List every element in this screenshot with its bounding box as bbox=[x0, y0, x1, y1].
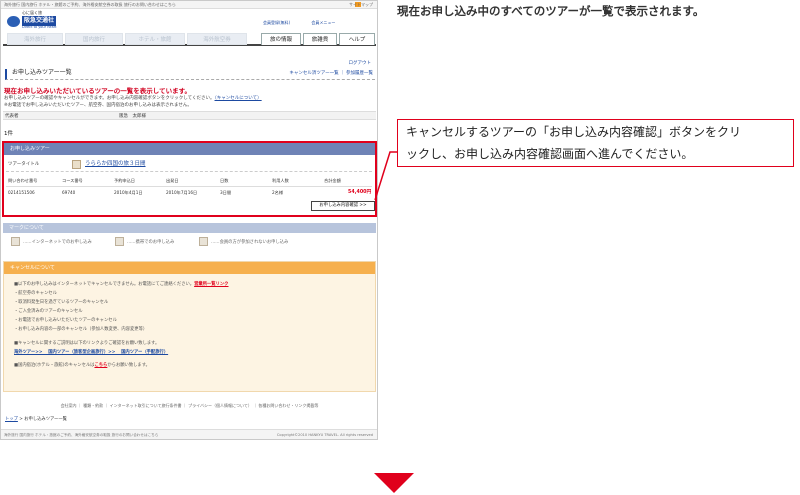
col-course-no: コース番号 bbox=[62, 178, 83, 183]
table-header-row: 問い合わせ番号 コース番号 予約申込日 出発日 日数 利用人数 合計金額 bbox=[6, 175, 372, 187]
tour-detail-table: 問い合わせ番号 コース番号 予約申込日 出発日 日数 利用人数 合計金額 021… bbox=[6, 175, 372, 199]
breadcrumb: トップ > お申し込みツアー一覧 bbox=[5, 417, 67, 422]
booking-date: 2010年4月1日 bbox=[114, 190, 143, 195]
hotel-cancel-link[interactable]: こちら bbox=[94, 363, 107, 368]
col-inquiry-no: 問い合わせ番号 bbox=[8, 178, 38, 183]
cancel-guide-links[interactable]: 海外ツアー>> 国内ツアー（旅客型企画旅行）>> 国内ツアー（手配旅行） bbox=[14, 350, 168, 355]
bottom-bar-text: 海外旅行 国内旅行 ホテル・旅館のご予約、海外格安航空券の取扱 旅行のお問い合わ… bbox=[4, 433, 159, 437]
tab-help[interactable]: ヘルプ bbox=[339, 33, 375, 45]
page-links[interactable]: キャンセル済ツアー一覧 ｜ 参加履歴一覧 bbox=[289, 71, 373, 77]
tab-goods[interactable]: 旅雑貨 bbox=[303, 33, 337, 45]
hotel-cancel-line: ■国内宿泊(ホテル・旅館)のキャンセルはこちらからお願い致します。 bbox=[14, 363, 150, 368]
cancel-rule-3: ・取消料発生日を過ぎているツアーのキャンセル bbox=[14, 300, 109, 305]
about-cancel-link[interactable]: （キャンセルについて） bbox=[215, 96, 262, 101]
mark-legend: マークについて ……インターネットでのお申し込み ……携帯でのお申し込み ……会… bbox=[3, 223, 376, 254]
cancel-rule-1: ■以下のお申し込みはインターネットでキャンセルできません。お電話にてご連絡くださ… bbox=[14, 282, 228, 287]
list-headline: 現在お申し込みいただいているツアーの一覧を表示しています。 bbox=[4, 87, 191, 95]
top-info-text: 海外旅行 国内旅行 ホテル・旅館のご予約、海外格安航空券の取扱 旅行のお問い合わ… bbox=[4, 2, 176, 7]
cancel-guide-text: ■キャンセルに関するご説明は以下のリンクよりご確認をお願い致します。 bbox=[14, 341, 160, 346]
result-count: 1件 bbox=[4, 131, 13, 137]
people: 2名様 bbox=[272, 190, 284, 195]
internet-mark-label: ……インターネットでのお申し込み bbox=[23, 240, 92, 245]
mobile-mark-icon bbox=[115, 237, 124, 246]
cancel-rule-4: ・ご入金済みのツアーのキャンセル bbox=[14, 309, 83, 314]
course-no: 69740 bbox=[62, 190, 76, 195]
total-price: 54,400円 bbox=[348, 190, 372, 195]
logout-link[interactable]: ログアウト bbox=[349, 61, 372, 67]
mark-legend-row: ……インターネットでのお申し込み ……携帯でのお申し込み ……会員の方が参加され… bbox=[3, 233, 376, 251]
tab-overseas[interactable]: 海外旅行 bbox=[7, 33, 63, 45]
hotel-cancel-tail: からお願い致します。 bbox=[107, 363, 150, 368]
cancel-rule-6: ・お申し込み内容の一部のキャンセル（参加人数変更、内容変更等） bbox=[14, 327, 148, 332]
col-days: 日数 bbox=[220, 178, 229, 183]
table-row: 0214151506 69740 2010年4月1日 2010年7月16日 3日… bbox=[6, 187, 372, 199]
cancel-rule-2: ・航空券のキャンセル bbox=[14, 291, 57, 296]
logo-mark-icon bbox=[7, 16, 20, 27]
col-total: 合計金額 bbox=[324, 178, 341, 183]
mobile-mark-label: ……携帯でのお申し込み bbox=[127, 240, 175, 245]
tour-card: お申し込みツアー ツアータイトル うららか四国の旅３日間 問い合わせ番号 コース… bbox=[2, 141, 377, 217]
tab-travel-info[interactable]: 旅の情報 bbox=[261, 33, 301, 45]
tab-air-ticket[interactable]: 海外航空券 bbox=[187, 33, 247, 45]
top-info-bar: 海外旅行 国内旅行 ホテル・旅館のご予約、海外格安航空券の取扱 旅行のお問い合わ… bbox=[1, 1, 377, 9]
cancel-rule-5: ・お電話でお申し込みいただいたツアーのキャンセル bbox=[14, 318, 117, 323]
representative-label: 代表者 bbox=[5, 114, 19, 119]
breadcrumb-top-link[interactable]: トップ bbox=[5, 417, 18, 422]
mark-legend-header: マークについて bbox=[3, 223, 376, 233]
internet-mark-icon bbox=[11, 237, 20, 246]
copyright: Copyright©2010 HANKYU TRAVEL. All rights… bbox=[276, 433, 373, 437]
tour-title-link[interactable]: うららか四国の旅３日間 bbox=[85, 161, 146, 168]
user-links: 会員登録(無料) 会員メニュー bbox=[263, 20, 355, 25]
instruction-text: お申し込みツアーの確認やキャンセルができます。お申し込み内容確認ボタンをクリック… bbox=[4, 96, 215, 101]
tab-domestic[interactable]: 国内旅行 bbox=[65, 33, 123, 45]
departure-date: 2010年7月16日 bbox=[166, 190, 198, 195]
bottom-bar: 海外旅行 国内旅行 ホテル・旅館のご予約、海外格安航空券の取扱 旅行のお問い合わ… bbox=[1, 429, 377, 439]
representative-row: 代表者 阪急 太郎様 bbox=[3, 111, 376, 120]
register-link[interactable]: 会員登録(無料) bbox=[263, 20, 290, 25]
cancel-info-header: キャンセルについて bbox=[4, 262, 375, 274]
col-booking-date: 予約申込日 bbox=[114, 178, 135, 183]
nonmember-mark-icon bbox=[199, 237, 208, 246]
cancel-rule-1-text: ■以下のお申し込みはインターネットでキャンセルできません。お電話にてご連絡くださ… bbox=[14, 282, 195, 287]
page-caption: 現在お申し込み中のすべてのツアーが一覧で表示されます。 bbox=[397, 4, 705, 18]
site-logo[interactable]: 心に届く旅 阪急交通社 Direct to your heart bbox=[4, 10, 68, 32]
instruction-note: お申し込みツアーの確認やキャンセルができます。お申し込み内容確認ボタンをクリック… bbox=[4, 96, 262, 102]
tab-hotel[interactable]: ホテル・旅館 bbox=[125, 33, 185, 45]
confirm-booking-button[interactable]: お申し込み内容確認 >> bbox=[311, 201, 375, 211]
member-menu-link[interactable]: 会員メニュー bbox=[311, 20, 335, 25]
screenshot-frame: 海外旅行 国内旅行 ホテル・旅館のご予約、海外格安航空券の取扱 旅行のお問い合わ… bbox=[0, 0, 378, 440]
tour-card-header: お申し込みツアー bbox=[4, 143, 375, 155]
down-arrow-icon bbox=[374, 473, 414, 493]
callout-pointer-line bbox=[374, 151, 397, 201]
col-departure: 出発日 bbox=[166, 178, 179, 183]
days: 3日間 bbox=[220, 190, 232, 195]
callout-line-2: ックし、お申し込み内容確認画面へ進んでください。 bbox=[406, 147, 694, 161]
sitemap-link[interactable]: サイトマップ bbox=[349, 2, 373, 7]
callout-line-1: キャンセルするツアーの「お申し込み内容確認」ボタンをクリ bbox=[406, 125, 742, 139]
inquiry-no: 0214151506 bbox=[8, 190, 35, 195]
nonmember-mark-label: ……会員の方が参加されないお申し込み bbox=[211, 240, 289, 245]
internet-booking-icon bbox=[72, 160, 81, 169]
tour-title-label: ツアータイトル bbox=[8, 162, 40, 167]
phone-booking-note: ※お電話でお申し込みいただいたツアー、航空券、国内宿泊のお申し込みは表示されませ… bbox=[4, 103, 192, 108]
tour-title-row: ツアータイトル うららか四国の旅３日間 bbox=[6, 158, 372, 172]
global-nav-tabs: 海外旅行 国内旅行 ホテル・旅館 海外航空券 旅の情報 旅雑貨 ヘルプ bbox=[3, 33, 376, 46]
col-people: 利用人数 bbox=[272, 178, 289, 183]
breadcrumb-current: > お申し込みツアー一覧 bbox=[17, 417, 67, 422]
cancel-info-panel: キャンセルについて ■以下のお申し込みはインターネットでキャンセルできません。お… bbox=[3, 261, 376, 392]
representative-name: 阪急 太郎様 bbox=[119, 114, 146, 119]
footer-links[interactable]: 会社案内 ｜ 種類・約款 ｜ インターネット取引について旅行条件書 ｜ プライバ… bbox=[3, 403, 376, 408]
logo-slogan: 心に届く旅 bbox=[22, 10, 42, 15]
hotel-cancel-text: ■国内宿泊(ホテル・旅館)のキャンセルは bbox=[14, 363, 95, 368]
branch-list-link[interactable]: 営業所一覧リンク bbox=[194, 282, 228, 287]
callout-box: キャンセルするツアーの「お申し込み内容確認」ボタンをクリ ックし、お申し込み内容… bbox=[397, 119, 794, 167]
logo-english: Direct to your heart bbox=[22, 25, 57, 29]
